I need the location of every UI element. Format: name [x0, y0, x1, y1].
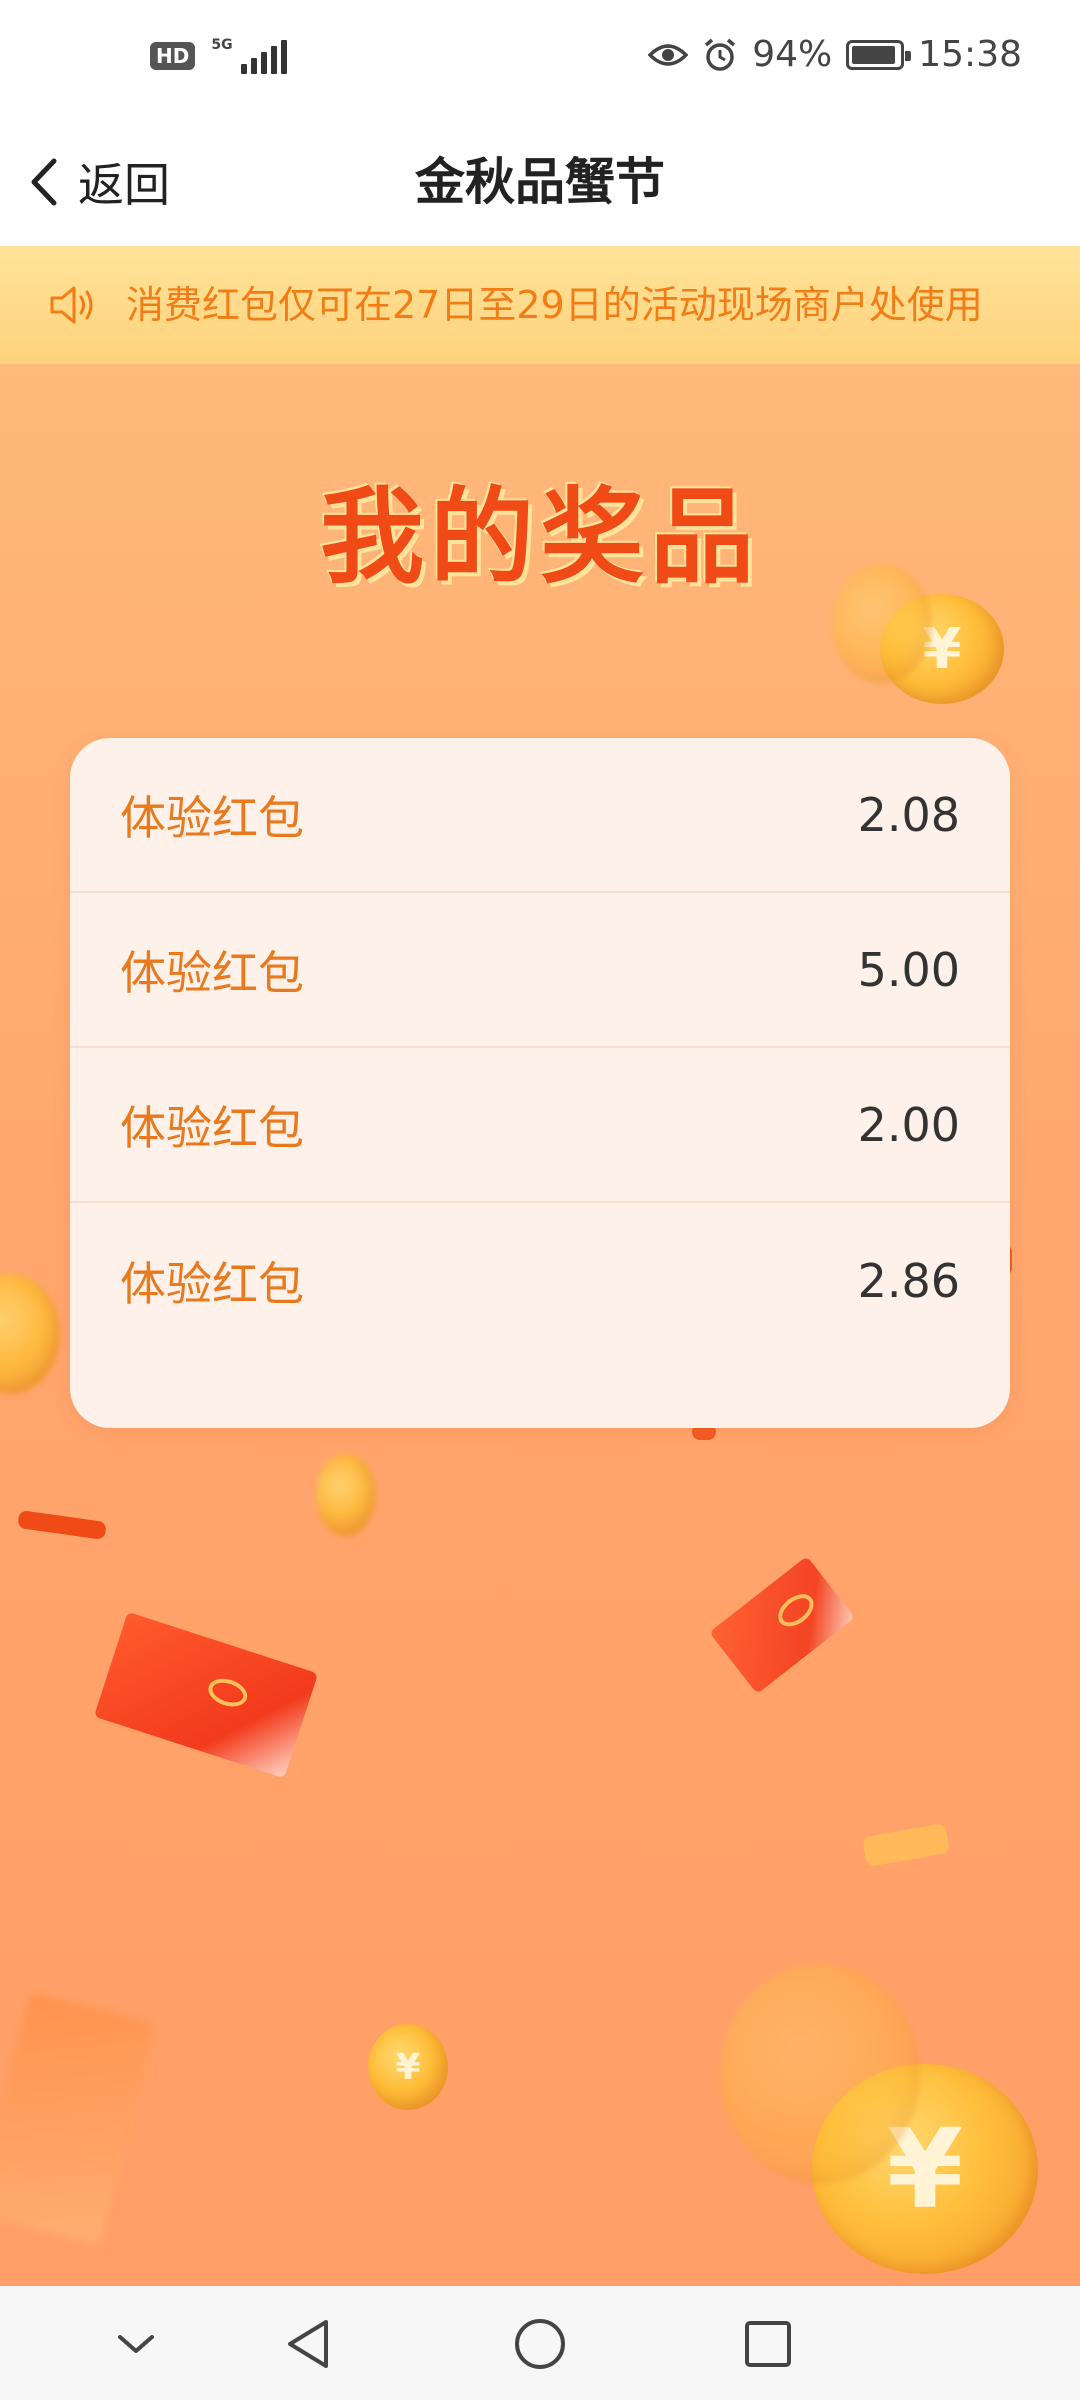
- prize-name: 体验红包: [120, 790, 304, 845]
- confetti-decoration: [17, 1509, 107, 1541]
- square-recents-icon: [745, 2321, 791, 2367]
- battery-fill: [852, 45, 896, 64]
- coin-decoration-left: [0, 1274, 60, 1394]
- prize-amount: 2.00: [857, 1097, 960, 1152]
- screen: HD 5G 94% 15:38 返回 金秋品蟹节 消费红包仅可在27日至29日的…: [0, 0, 1080, 2400]
- coin-decoration-mid: ¥: [368, 2024, 448, 2110]
- signal-bar: [250, 58, 257, 74]
- nav-collapse-button[interactable]: [104, 2312, 168, 2376]
- coin-trail-large-decoration: [720, 1964, 920, 2184]
- prize-row: 体验红包 2.00: [70, 1048, 1010, 1203]
- triangle-back-icon: [288, 2320, 328, 2368]
- network-type: 5G: [211, 37, 233, 53]
- status-left: HD 5G: [150, 38, 287, 74]
- envelope-seal: [772, 1588, 820, 1634]
- prize-amount: 2.86: [857, 1253, 960, 1308]
- prize-amount: 5.00: [857, 942, 960, 997]
- nav-home-button[interactable]: [508, 2312, 572, 2376]
- eye-icon: [648, 43, 689, 66]
- signal-bar: [260, 52, 267, 74]
- battery-icon: [846, 39, 912, 70]
- prize-name: 体验红包: [120, 1100, 304, 1155]
- coin-decoration-small: [316, 1454, 376, 1536]
- nav-back-button[interactable]: [276, 2312, 340, 2376]
- page-title: 金秋品蟹节: [415, 153, 665, 211]
- prize-list: 体验红包 2.08 体验红包 5.00 体验红包 2.00 体验红包 2.86: [70, 738, 1010, 1428]
- prize-row: 体验红包 5.00: [70, 893, 1010, 1048]
- prize-heading: 我的奖品: [319, 476, 760, 598]
- envelope-seal: [204, 1674, 251, 1712]
- signal-bar: [240, 64, 247, 74]
- alarm-icon: [705, 38, 736, 71]
- chevron-down-icon: [118, 2335, 154, 2353]
- confetti-decoration: [862, 1822, 950, 1868]
- signal-bar: [270, 46, 277, 74]
- prize-row: 体验红包 2.86: [70, 1203, 1010, 1358]
- prize-amount: 2.08: [857, 787, 960, 842]
- hd-badge: HD: [150, 42, 196, 70]
- signal-bar: [280, 40, 287, 74]
- battery-percent: 94%: [752, 34, 833, 75]
- confetti-decoration-blur: [0, 1991, 156, 2247]
- speaker-icon: [50, 286, 93, 324]
- app-header: 返回 金秋品蟹节: [0, 118, 1080, 246]
- red-envelope-decoration: [93, 1611, 319, 1779]
- prize-name: 体验红包: [120, 1256, 304, 1311]
- notice-text: 消费红包仅可在27日至29日的活动现场商户处使用: [126, 283, 983, 327]
- main-area: ¥ ¥ ¥ 我的奖品 体验红包 2.08 体验红包 5.00 体验红包 2.00: [0, 364, 1080, 2286]
- signal-icon: 5G: [211, 37, 287, 74]
- red-envelope-decoration-right: [709, 1556, 855, 1694]
- status-bar: HD 5G 94% 15:38: [0, 0, 1080, 118]
- circle-home-icon: [515, 2319, 565, 2369]
- status-right: 94% 15:38: [648, 34, 1022, 75]
- prize-row: 体验红包 2.08: [70, 738, 1010, 893]
- prize-name: 体验红包: [120, 945, 304, 1000]
- system-nav-bar: [0, 2286, 1080, 2400]
- clock: 15:38: [918, 34, 1022, 75]
- nav-recents-button[interactable]: [736, 2312, 800, 2376]
- notice-bar: 消费红包仅可在27日至29日的活动现场商户处使用: [0, 246, 1080, 364]
